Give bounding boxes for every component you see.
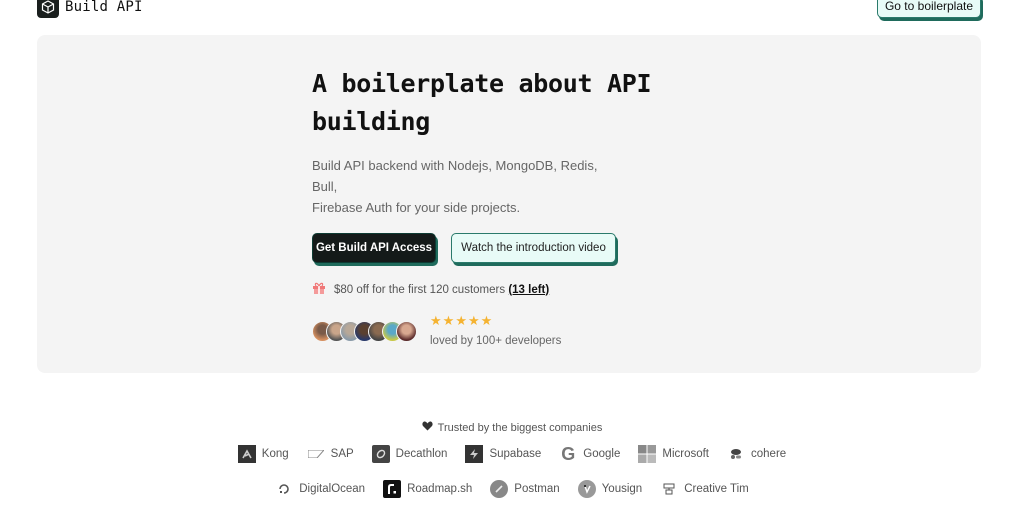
company-name: Microsoft <box>662 448 710 460</box>
rating: ★ ★ ★ ★ ★ loved by 100+ developers <box>430 315 561 347</box>
star-rating: ★ ★ ★ ★ ★ <box>430 315 561 328</box>
microsoft-logo-icon <box>638 445 657 463</box>
offer-text: $80 off for the first 120 customers <box>334 283 506 296</box>
gift-icon <box>312 281 326 298</box>
company-cohere: cohere <box>727 444 786 464</box>
postman-logo-icon <box>490 480 509 498</box>
company-name: Creative Tim <box>684 483 749 495</box>
creativetim-logo-icon <box>660 480 678 498</box>
company-name: DigitalOcean <box>299 483 366 495</box>
star-icon: ★ <box>442 314 455 329</box>
star-icon: ★ <box>455 314 467 329</box>
hero-subtitle: Build API backend with Nodejs, MongoDB, … <box>312 155 622 218</box>
company-postman: Postman <box>490 479 560 499</box>
go-to-boilerplate-button[interactable]: Go to boilerplate <box>877 0 981 18</box>
hero-section: A boilerplate about API building Build A… <box>37 35 981 373</box>
company-digitalocean: DigitalOcean <box>275 479 365 499</box>
heart-icon <box>422 421 433 434</box>
company-logos-row-2: DigitalOcean Roadmap.sh Postman Yousign … <box>0 479 1024 499</box>
remaining-spots-link[interactable]: (13 left) <box>508 284 549 296</box>
trusted-label: Trusted by the biggest companies <box>0 421 1024 434</box>
brand-logo[interactable]: Build API <box>37 0 143 18</box>
company-kong: Kong <box>237 444 289 464</box>
company-decathlon: Decathlon <box>371 444 448 464</box>
decathlon-logo-icon <box>371 445 390 463</box>
brand-name: Build API <box>65 0 143 15</box>
avatar <box>396 321 417 342</box>
discount-offer: $80 off for the first 120 customers (13 … <box>312 281 712 298</box>
company-name: Supabase <box>489 448 542 460</box>
title-line-1: A boilerplate about API <box>312 69 652 98</box>
watch-video-button[interactable]: Watch the introduction video <box>451 233 616 263</box>
loved-by-text: loved by 100+ developers <box>430 335 562 347</box>
star-icon: ★ <box>430 314 442 329</box>
avatar-group <box>312 321 417 342</box>
company-supabase: Supabase <box>465 444 541 464</box>
company-name: Roadmap.sh <box>407 483 473 495</box>
company-microsoft: Microsoft <box>638 444 709 464</box>
subtitle-line-1: Build API backend with Nodejs, MongoDB, … <box>312 158 598 194</box>
roadmap-logo-icon <box>383 480 402 498</box>
get-access-button[interactable]: Get Build API Access <box>312 233 436 263</box>
company-sap: SAP <box>307 444 354 464</box>
digitalocean-logo-icon <box>275 480 293 498</box>
yousign-logo-icon <box>577 480 596 498</box>
subtitle-line-2: Firebase Auth for your side projects. <box>312 200 521 215</box>
company-name: Decathlon <box>395 448 448 460</box>
company-name: Yousign <box>601 483 643 495</box>
cube-icon <box>37 0 59 18</box>
company-name: Google <box>583 448 621 460</box>
company-name: Postman <box>514 483 560 495</box>
company-roadmap: Roadmap.sh <box>383 479 472 499</box>
star-icon: ★ <box>467 314 480 329</box>
sap-logo-icon <box>307 445 325 463</box>
google-logo-icon: G <box>561 443 576 464</box>
company-logos-row-1: Kong SAP Decathlon Supabase G Google Mic… <box>0 444 1024 464</box>
page-title: A boilerplate about API building <box>312 65 712 141</box>
trusted-text: Trusted by the biggest companies <box>437 421 603 434</box>
company-yousign: Yousign <box>577 479 643 499</box>
company-google: G Google <box>559 444 620 464</box>
star-icon: ★ <box>480 314 493 329</box>
company-name: SAP <box>330 448 354 460</box>
supabase-logo-icon <box>465 445 484 463</box>
cta-buttons: Get Build API Access Watch the introduct… <box>312 233 712 263</box>
social-proof: ★ ★ ★ ★ ★ loved by 100+ developers <box>312 315 712 347</box>
company-name: Kong <box>261 448 289 460</box>
cohere-logo-icon <box>727 445 745 463</box>
kong-logo-icon <box>237 445 256 463</box>
title-line-2: building <box>312 107 431 136</box>
company-creativetim: Creative Tim <box>660 479 749 499</box>
company-name: cohere <box>751 448 787 460</box>
